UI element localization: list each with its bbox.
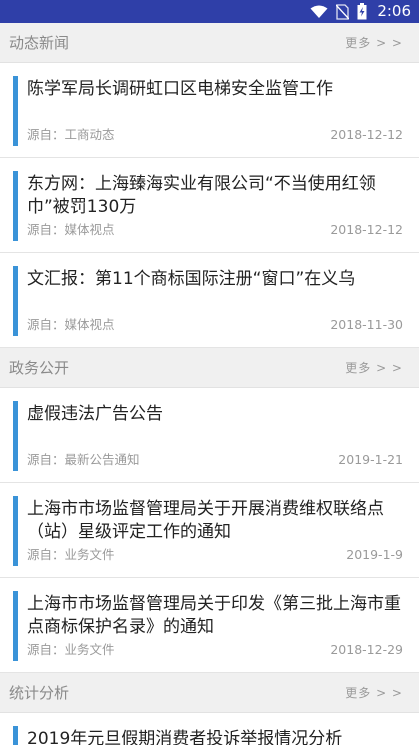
news-item[interactable]: 文汇报：第11个商标国际注册“窗口”在义乌 源自：媒体视点 2018-11-30 — [0, 253, 419, 348]
stats-headline[interactable]: 2019年元旦假期消费者投诉举报情况分析 — [27, 728, 407, 745]
notice-source: 源自：业务文件 — [27, 642, 115, 657]
accent-bar — [13, 591, 18, 661]
accent-bar — [13, 76, 18, 146]
accent-bar — [13, 496, 18, 566]
notice-item[interactable]: 虚假违法广告公告 源自：最新公告通知 2019-1-21 — [0, 388, 419, 483]
news-date: 2018-11-30 — [330, 317, 403, 332]
news-item[interactable]: 东方网：上海臻海实业有限公司“不当使用红领巾”被罚130万 源自：媒体视点 20… — [0, 158, 419, 253]
accent-bar — [13, 171, 18, 241]
section-header-stats: 统计分析 更多 > > — [0, 673, 419, 713]
more-link-stats[interactable]: 更多 > > — [345, 685, 403, 701]
no-sim-icon — [336, 3, 350, 20]
news-headline[interactable]: 东方网：上海臻海实业有限公司“不当使用红领巾”被罚130万 — [27, 173, 407, 219]
notice-source: 源自：业务文件 — [27, 547, 115, 562]
news-headline[interactable]: 文汇报：第11个商标国际注册“窗口”在义乌 — [27, 268, 407, 291]
more-link-news[interactable]: 更多 > > — [345, 35, 403, 51]
notice-source: 源自：最新公告通知 — [27, 452, 140, 467]
wifi-icon — [310, 5, 328, 19]
notice-item[interactable]: 上海市市场监督管理局关于印发《第三批上海市重点商标保护名录》的通知 源自：业务文… — [0, 578, 419, 673]
notice-headline[interactable]: 上海市市场监督管理局关于印发《第三批上海市重点商标保护名录》的通知 — [27, 593, 407, 639]
accent-bar — [13, 401, 18, 471]
news-date: 2018-12-12 — [330, 222, 403, 237]
section-header-news: 动态新闻 更多 > > — [0, 23, 419, 63]
news-source: 源自：媒体视点 — [27, 317, 115, 332]
section-title: 政务公开 — [9, 359, 70, 377]
status-icons: 2:06 — [310, 2, 411, 21]
notice-item[interactable]: 上海市市场监督管理局关于开展消费维权联络点（站）星级评定工作的通知 源自：业务文… — [0, 483, 419, 578]
section-title: 动态新闻 — [9, 34, 70, 52]
status-bar: 2:06 — [0, 0, 419, 23]
notice-date: 2019-1-9 — [346, 547, 403, 562]
section-header-gov: 政务公开 更多 > > — [0, 348, 419, 388]
notice-headline[interactable]: 虚假违法广告公告 — [27, 403, 407, 426]
battery-charging-icon — [357, 3, 367, 20]
news-item[interactable]: 陈学军局长调研虹口区电梯安全监管工作 源自：工商动态 2018-12-12 — [0, 63, 419, 158]
accent-bar — [13, 266, 18, 336]
notice-date: 2019-1-21 — [338, 452, 403, 467]
notice-headline[interactable]: 上海市市场监督管理局关于开展消费维权联络点（站）星级评定工作的通知 — [27, 498, 407, 544]
more-link-gov[interactable]: 更多 > > — [345, 360, 403, 376]
news-headline[interactable]: 陈学军局长调研虹口区电梯安全监管工作 — [27, 78, 407, 101]
news-source: 源自：工商动态 — [27, 127, 115, 142]
news-date: 2018-12-12 — [330, 127, 403, 142]
notice-date: 2018-12-29 — [330, 642, 403, 657]
section-title: 统计分析 — [9, 684, 70, 702]
news-source: 源自：媒体视点 — [27, 222, 115, 237]
clock: 2:06 — [377, 2, 411, 20]
accent-bar — [13, 726, 18, 745]
stats-item[interactable]: 2019年元旦假期消费者投诉举报情况分析 — [0, 713, 419, 745]
